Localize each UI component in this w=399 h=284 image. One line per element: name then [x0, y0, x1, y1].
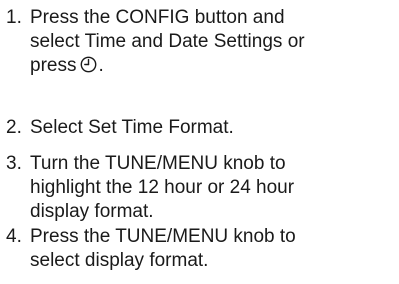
step-line: select display format. — [30, 250, 209, 271]
step-text: Press the TUNE/MENU knob to select displ… — [30, 225, 396, 273]
step-number: 1. — [6, 7, 22, 28]
clock-icon — [80, 56, 97, 80]
step-line-with-icon: press. — [30, 54, 396, 80]
step-line-text: press — [30, 55, 77, 76]
step-text: Select Set Time Format. — [30, 116, 396, 140]
step-line: Turn the TUNE/MENU knob to — [30, 153, 286, 174]
step-line: Select Set Time Format. — [30, 117, 234, 138]
step-number: 4. — [6, 226, 22, 247]
step-text: Turn the TUNE/MENU knob to highlight the… — [30, 152, 396, 224]
step-line: display format. — [30, 201, 154, 222]
step-number: 2. — [6, 117, 22, 138]
step-line-end: . — [98, 55, 104, 76]
step-line: select Time and Date Settings or — [30, 31, 305, 52]
step-line: Press the TUNE/MENU knob to — [30, 226, 296, 247]
step-text: Press the CONFIG button and select Time … — [30, 6, 396, 80]
step-line: Press the CONFIG button and — [30, 7, 285, 28]
step-line: highlight the 12 hour or 24 hour — [30, 177, 295, 198]
step-number: 3. — [6, 153, 22, 174]
